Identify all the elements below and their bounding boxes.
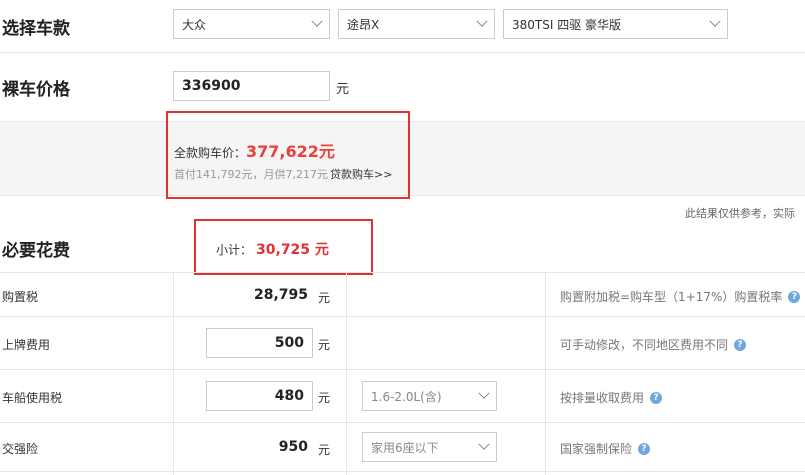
disclaimer-text: 此结果仅供参考，实际 [685,207,795,220]
divider [0,316,805,317]
brand-select-value: 大众 [182,17,207,32]
loan-line: 首付141,792元，月供7,217元 贷款购车>> [174,166,392,182]
help-icon[interactable]: ? [638,442,651,455]
vehicle-tax-unit: 元 [318,391,331,405]
full-price-line: 全款购车价： 377,622元 [174,138,335,162]
compulsory-insurance-unit: 元 [318,443,331,457]
plate-fee-note: 可手动修改，不同地区费用不同 ? [560,336,747,353]
compulsory-insurance-note-text: 国家强制保险 [560,442,633,456]
chevron-down-icon [478,387,490,399]
bare-price-input[interactable]: 336900 [173,71,330,101]
displacement-select-value: 1.6-2.0L(含) [371,389,442,404]
row-label-plate-fee: 上牌费用 [2,338,51,352]
chevron-down-icon [476,15,488,27]
vehicle-tax-input[interactable]: 480 [206,381,313,411]
bare-price-unit: 元 [336,82,350,97]
brand-select[interactable]: 大众 [173,9,330,39]
necessary-title: 必要花费 [2,241,70,261]
row-label-compulsory-insurance: 交强险 [2,442,39,456]
loan-link[interactable]: 贷款购车>> [330,166,392,182]
help-icon[interactable]: ? [650,391,663,404]
purchase-tax-value: 28,795 [253,287,308,303]
chevron-down-icon [709,15,721,27]
chevron-down-icon [478,438,490,450]
divider [0,471,805,472]
displacement-select[interactable]: 1.6-2.0L(含) [362,381,497,411]
full-price-label: 全款购车价： [174,146,247,160]
seat-select-value: 家用6座以下 [371,440,439,455]
subtotal-value: 30,725 元 [256,242,329,258]
compulsory-insurance-value: 950 [278,439,308,455]
purchase-tax-note-text: 购置附加税=购车型（1+17%）购置税率 [560,290,783,304]
row-label-purchase-tax: 购置税 [2,290,39,304]
model-select-value: 途昂X [347,17,380,32]
bare-price-title: 裸车价格 [2,80,70,100]
divider [0,272,805,273]
purchase-tax-unit: 元 [318,291,331,305]
divider [0,52,805,53]
model-select[interactable]: 途昂X [338,9,495,39]
vehicle-tax-note: 按排量收取费用 ? [560,389,663,406]
divider [0,422,805,423]
choose-car-title: 选择车款 [2,19,70,39]
chevron-down-icon [311,15,323,27]
purchase-tax-note: 购置附加税=购车型（1+17%）购置税率 ? [560,288,801,305]
down-monthly-text: 首付141,792元，月供7,217元 [174,168,328,181]
help-icon[interactable]: ? [734,338,747,351]
subtotal-line: 小计： 30,725 元 [216,239,329,259]
plate-fee-note-text: 可手动修改，不同地区费用不同 [560,338,729,352]
row-label-vehicle-tax: 车船使用税 [2,391,63,405]
trim-select-value: 380TSI 四驱 豪华版 [512,17,622,32]
trim-select[interactable]: 380TSI 四驱 豪华版 [503,9,728,39]
compulsory-insurance-note: 国家强制保险 ? [560,440,651,457]
divider [0,369,805,370]
column-divider [346,272,347,475]
subtotal-label: 小计： [216,243,253,257]
help-icon[interactable]: ? [788,290,801,303]
seat-select[interactable]: 家用6座以下 [362,432,497,462]
full-price-value: 377,622元 [246,142,335,161]
column-divider [545,272,546,475]
plate-fee-input[interactable]: 500 [206,328,313,358]
column-divider [173,272,174,475]
vehicle-tax-note-text: 按排量收取费用 [560,391,645,405]
plate-fee-unit: 元 [318,338,331,352]
